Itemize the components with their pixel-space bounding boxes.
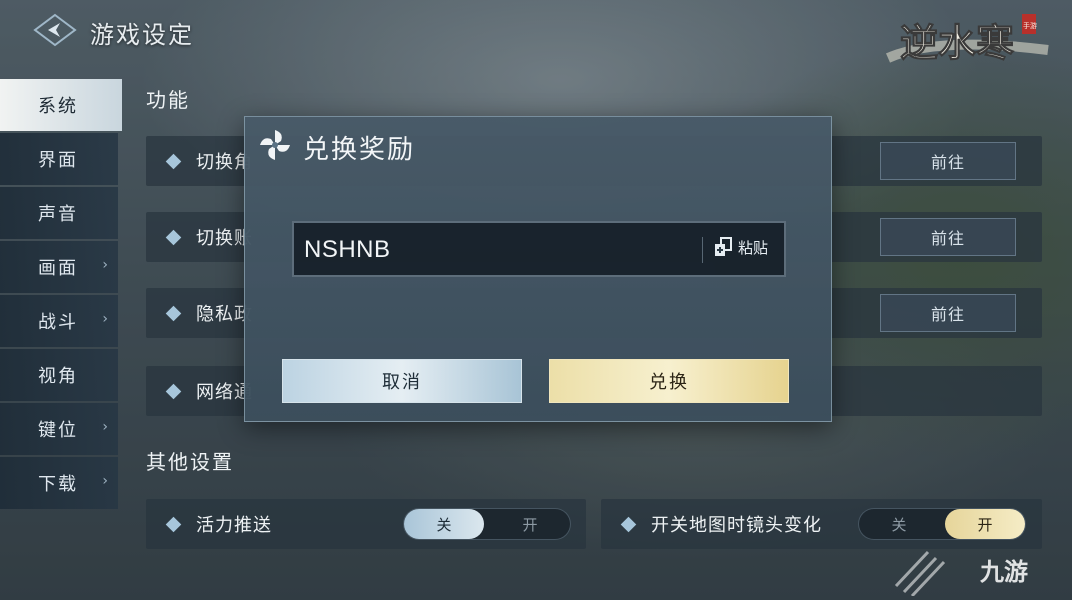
redeem-code-value[interactable]: NSHNB [304,236,391,264]
pinwheel-icon [260,130,290,160]
redeem-code-input[interactable]: NSHNB 粘贴 [292,221,786,277]
svg-text:逆水寒: 逆水寒 [900,20,1014,65]
sidebar-item-keybinds[interactable]: 键位 › [0,403,118,455]
goto-button-switch-account[interactable]: 前往 [880,218,1016,256]
sidebar-item-label: 声音 [38,204,78,225]
sidebar-item-graphics[interactable]: 画面 › [0,241,118,293]
top-bar: 游戏设定 逆水寒 手游 [0,0,1072,66]
sidebar-item-download[interactable]: 下载 › [0,457,118,509]
toggle-off-option[interactable]: 关 [859,509,939,539]
toggle-on-option[interactable]: 开 [490,509,570,539]
sidebar-item-label: 战斗 [38,312,78,333]
chevron-right-icon: › [102,419,110,435]
diamond-bullet-icon [165,383,182,399]
sidebar: 系统 界面 声音 画面 › 战斗 › 视角 键位 › 下载 › [0,79,122,511]
diamond-bullet-icon [165,153,182,169]
back-arrow-icon [33,13,77,47]
diamond-bullet-icon [165,305,182,321]
toggle-off-option[interactable]: 关 [404,509,484,539]
game-logo: 逆水寒 手游 [885,14,1049,66]
map-camera-toggle[interactable]: 关 开 [858,508,1026,540]
diamond-bullet-icon [620,516,637,532]
row-label: 开关地图时镜头变化 [651,515,822,536]
toggle-on-option[interactable]: 开 [945,509,1025,539]
sidebar-item-label: 下载 [38,474,78,495]
sidebar-item-label: 键位 [38,420,78,441]
exchange-button[interactable]: 兑换 [549,359,789,403]
redeem-reward-dialog: 兑换奖励 NSHNB 粘贴 取消 兑换 [244,116,832,422]
sidebar-item-combat[interactable]: 战斗 › [0,295,118,347]
vitality-push-toggle[interactable]: 关 开 [403,508,571,540]
sidebar-item-sound[interactable]: 声音 [0,187,118,239]
sidebar-item-label: 界面 [38,150,78,171]
goto-button-privacy[interactable]: 前往 [880,294,1016,332]
diamond-bullet-icon [165,229,182,245]
paste-button[interactable]: 粘贴 [712,236,768,258]
chevron-right-icon: › [102,257,110,273]
sidebar-item-label: 系统 [38,96,78,117]
goto-button-switch-character[interactable]: 前往 [880,142,1016,180]
divider [702,237,703,263]
sidebar-item-label: 画面 [38,258,78,279]
back-button[interactable] [30,10,80,50]
sidebar-item-system[interactable]: 系统 [0,79,122,131]
svg-text:手游: 手游 [1023,21,1037,30]
sidebar-item-camera[interactable]: 视角 [0,349,118,401]
watermark-text: 九游 [979,558,1028,586]
sidebar-item-interface[interactable]: 界面 [0,133,118,185]
section-title-other: 其他设置 [146,450,234,474]
site-watermark: 九游 [894,550,1028,596]
diamond-bullet-icon [165,516,182,532]
row-label: 活力推送 [196,515,272,536]
paste-label: 粘贴 [738,238,769,257]
cancel-button[interactable]: 取消 [282,359,522,403]
paste-icon [715,237,732,256]
section-title-function: 功能 [146,88,190,112]
page-title: 游戏设定 [90,21,194,49]
sidebar-item-label: 视角 [38,366,78,387]
dialog-title: 兑换奖励 [303,135,416,165]
chevron-right-icon: › [102,473,110,489]
chevron-right-icon: › [102,311,110,327]
